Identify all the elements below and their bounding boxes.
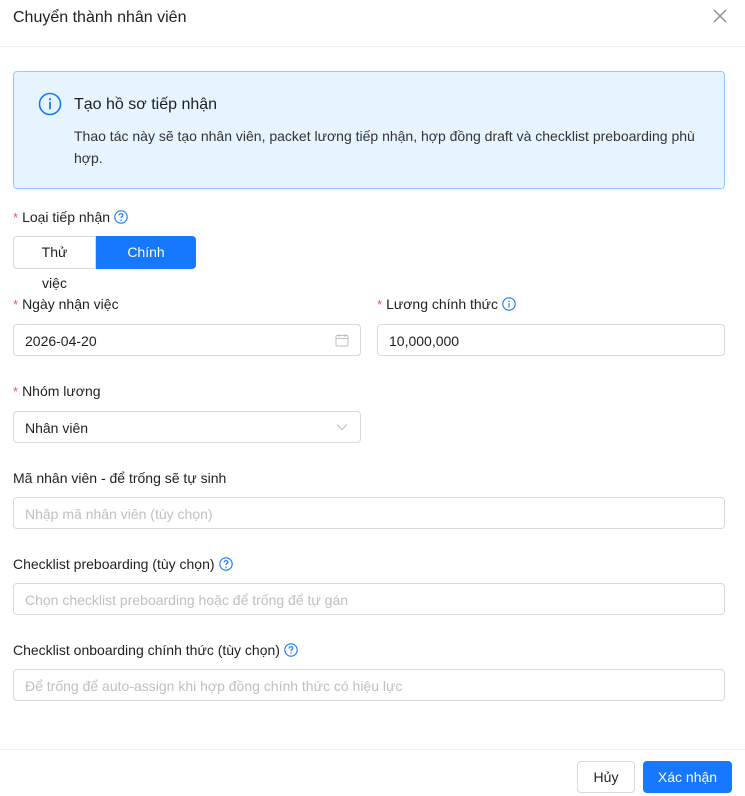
dialog-header: Chuyển thành nhân viên (0, 0, 745, 47)
info-circle-icon (38, 92, 62, 116)
employee-code-label: Mã nhân viên - để trống sẽ tự sinh (13, 470, 227, 486)
required-mark: * (13, 297, 19, 312)
onboarding-checklist-select[interactable]: Để trống để auto-assign khi hợp đồng chí… (13, 669, 725, 701)
question-circle-icon[interactable] (218, 557, 233, 571)
start-date-picker[interactable]: 2026-04-20 (13, 324, 361, 356)
official-salary-input[interactable]: 10,000,000 (377, 324, 725, 356)
cancel-button[interactable]: Hủy (577, 761, 635, 793)
official-salary-value: 10,000,000 (389, 333, 460, 349)
convert-employee-dialog: Chuyển thành nhân viên Tạo hồ sơ tiếp nh… (0, 0, 745, 796)
required-mark: * (13, 210, 19, 225)
salary-group-value: Nhân viên (25, 420, 89, 436)
preboarding-checklist-placeholder: Chọn checklist preboarding hoặc để trống… (25, 592, 349, 608)
question-circle-icon[interactable] (284, 643, 298, 657)
close-icon[interactable] (709, 5, 731, 27)
preboarding-checklist-select[interactable]: Chọn checklist preboarding hoặc để trống… (13, 583, 725, 615)
official-salary-label-text: Lương chính thức (386, 296, 499, 312)
intake-type-segmented: Thử việc Chính thức (13, 236, 196, 291)
info-circle-icon[interactable] (502, 297, 516, 311)
calendar-icon (335, 333, 349, 347)
preboarding-checklist-label: Checklist preboarding (tùy chọn) (13, 555, 233, 573)
onboarding-checklist-placeholder: Để trống để auto-assign khi hợp đồng chí… (25, 678, 403, 694)
start-date-value: 2026-04-20 (25, 333, 97, 349)
official-salary-label: * Lương chính thức (377, 295, 516, 314)
chevron-down-icon (335, 420, 349, 434)
dialog-footer: Hủy Xác nhận (0, 749, 745, 796)
dialog-title: Chuyển thành nhân viên (13, 9, 187, 26)
start-date-label: * Ngày nhận việc (13, 295, 119, 314)
intake-type-label-text: Loại tiếp nhận (22, 209, 111, 225)
alert-title: Tạo hồ sơ tiếp nhận (74, 96, 218, 113)
salary-group-label: * Nhóm lương (13, 382, 101, 401)
salary-group-label-text: Nhóm lương (22, 383, 101, 399)
intake-option-probation[interactable]: Thử việc (13, 236, 96, 291)
info-alert: Tạo hồ sơ tiếp nhận Thao tác này sẽ tạo … (13, 71, 725, 189)
employee-code-input[interactable]: Nhập mã nhân viên (tùy chọn) (13, 497, 725, 529)
salary-group-select[interactable]: Nhân viên (13, 411, 361, 443)
required-mark: * (13, 384, 19, 399)
confirm-button[interactable]: Xác nhận (643, 761, 732, 793)
required-mark: * (377, 297, 383, 312)
intake-type-label: * Loại tiếp nhận (13, 208, 128, 227)
alert-description: Thao tác này sẽ tạo nhân viên, packet lư… (74, 128, 695, 166)
question-circle-icon[interactable] (114, 210, 128, 224)
start-date-label-text: Ngày nhận việc (22, 296, 119, 312)
employee-code-placeholder: Nhập mã nhân viên (tùy chọn) (25, 506, 213, 522)
intake-option-official[interactable]: Chính thức (96, 236, 196, 291)
onboarding-checklist-label-text: Checklist onboarding chính thức (tùy chọ… (13, 642, 280, 658)
onboarding-checklist-label: Checklist onboarding chính thức (tùy chọ… (13, 641, 298, 659)
preboarding-checklist-label-text: Checklist preboarding (tùy chọn) (13, 556, 215, 572)
